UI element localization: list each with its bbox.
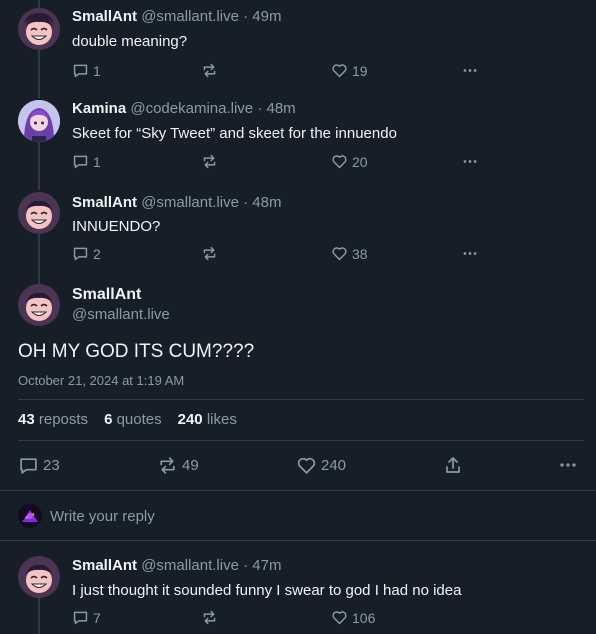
- reply-icon: [73, 64, 88, 78]
- reply-button[interactable]: 2: [72, 245, 101, 262]
- like-button[interactable]: 19: [331, 62, 368, 79]
- separator: ·: [243, 194, 249, 211]
- like-button[interactable]: 38: [331, 245, 368, 262]
- like-button[interactable]: 106: [331, 609, 375, 626]
- reply-button[interactable]: 1: [72, 62, 101, 79]
- author-name[interactable]: SmallAnt: [72, 557, 137, 574]
- more-icon: [463, 252, 477, 255]
- repost-count: 49: [182, 457, 199, 474]
- more-options-button[interactable]: [558, 455, 578, 475]
- reply-count: 23: [43, 457, 60, 474]
- reply-icon: [73, 247, 88, 261]
- user-avatar: [18, 504, 42, 528]
- reply-icon: [20, 458, 37, 474]
- repost-button[interactable]: 49: [157, 455, 199, 476]
- reply-button[interactable]: 1: [72, 153, 101, 170]
- reply-button[interactable]: 7: [72, 609, 101, 626]
- repost-icon: [203, 610, 216, 625]
- author-name[interactable]: SmallAnt: [72, 8, 137, 25]
- post-time[interactable]: 47m: [252, 557, 281, 574]
- like-count: 240: [321, 457, 347, 474]
- author-name[interactable]: SmallAnt: [72, 194, 137, 211]
- like-button[interactable]: 20: [331, 153, 368, 170]
- reply-input-placeholder[interactable]: Write your reply: [50, 508, 155, 525]
- smallant-avatar[interactable]: [18, 284, 60, 326]
- reply-composer[interactable]: Write your reply: [0, 498, 596, 536]
- more-options-button[interactable]: [461, 245, 479, 262]
- share-icon: [446, 457, 460, 473]
- repost-icon: [203, 63, 216, 78]
- post-text: double meaning?: [72, 33, 188, 50]
- author-name[interactable]: Kamina: [72, 100, 126, 117]
- divider: [18, 399, 584, 400]
- like-button[interactable]: 240: [296, 455, 346, 476]
- heart-icon: [332, 64, 347, 78]
- repost-icon: [160, 457, 175, 474]
- thread-post[interactable]: SmallAnt @smallant.live · 48m INNUENDO? …: [0, 184, 596, 276]
- divider: [0, 540, 596, 541]
- post-header: SmallAnt @smallant.live · 47m: [72, 557, 281, 574]
- share-button[interactable]: [443, 455, 463, 475]
- reply-count: 7: [93, 609, 101, 626]
- post-header: Kamina @codekamina.live · 48m: [72, 100, 296, 117]
- author-handle[interactable]: @codekamina.live: [130, 100, 253, 117]
- reply-count: 1: [93, 153, 101, 170]
- more-icon: [463, 69, 477, 72]
- more-icon: [463, 160, 477, 163]
- heart-icon: [332, 611, 347, 625]
- author-handle[interactable]: @smallant.live: [141, 8, 239, 25]
- author-handle[interactable]: @smallant.live: [141, 194, 239, 211]
- repost-button[interactable]: [201, 62, 218, 79]
- post-time[interactable]: 49m: [252, 8, 281, 25]
- author-handle[interactable]: @smallant.live: [72, 306, 170, 323]
- like-count: 38: [352, 245, 368, 262]
- divider: [18, 440, 584, 441]
- divider: [0, 490, 596, 491]
- heart-icon: [332, 155, 347, 169]
- author-name[interactable]: SmallAnt: [72, 286, 141, 304]
- reposts-stat[interactable]: 43 reposts: [18, 411, 88, 428]
- more-icon: [560, 463, 576, 467]
- like-count: 106: [352, 609, 376, 626]
- smallant-avatar[interactable]: [18, 192, 60, 234]
- separator: ·: [257, 100, 263, 117]
- repost-icon: [203, 246, 216, 261]
- smallant-avatar[interactable]: [18, 8, 60, 50]
- separator: ·: [243, 8, 249, 25]
- main-post-text: OH MY GOD ITS CUM????: [18, 341, 255, 362]
- thread-post[interactable]: SmallAnt @smallant.live · 49m double mea…: [0, 0, 596, 92]
- repost-button[interactable]: [201, 153, 218, 170]
- more-options-button[interactable]: [461, 153, 479, 170]
- reply-post[interactable]: SmallAnt @smallant.live · 47m I just tho…: [0, 548, 596, 634]
- post-text: INNUENDO?: [72, 218, 161, 235]
- post-time[interactable]: 48m: [252, 194, 281, 211]
- post-header: SmallAnt @smallant.live · 48m: [72, 194, 281, 211]
- post-date[interactable]: October 21, 2024 at 1:19 AM: [18, 373, 184, 388]
- repost-button[interactable]: [201, 609, 218, 626]
- post-text: Skeet for “Sky Tweet” and skeet for the …: [72, 125, 397, 142]
- reply-count: 2: [93, 245, 101, 262]
- more-options-button[interactable]: [461, 62, 479, 79]
- repost-button[interactable]: [201, 245, 218, 262]
- author-handle[interactable]: @smallant.live: [141, 557, 239, 574]
- like-count: 19: [352, 62, 368, 79]
- reply-icon: [73, 155, 88, 169]
- separator: ·: [243, 557, 249, 574]
- smallant-avatar[interactable]: [18, 556, 60, 598]
- post-time[interactable]: 48m: [267, 100, 296, 117]
- post-text: I just thought it sounded funny I swear …: [72, 582, 462, 599]
- reply-button[interactable]: 23: [18, 455, 60, 476]
- like-count: 20: [352, 153, 368, 170]
- heart-icon: [332, 247, 347, 261]
- reply-icon: [73, 611, 88, 625]
- thread-post[interactable]: Kamina @codekamina.live · 48m Skeet for …: [0, 92, 596, 184]
- heart-icon: [297, 457, 316, 474]
- kamina-avatar[interactable]: [18, 100, 60, 142]
- engagement-stats: 43 reposts 6 quotes 240 likes: [18, 411, 237, 428]
- reply-count: 1: [93, 62, 101, 79]
- repost-icon: [203, 154, 216, 169]
- quotes-stat[interactable]: 6 quotes: [104, 411, 162, 428]
- likes-stat[interactable]: 240 likes: [178, 411, 237, 428]
- post-header: SmallAnt @smallant.live · 49m: [72, 8, 281, 25]
